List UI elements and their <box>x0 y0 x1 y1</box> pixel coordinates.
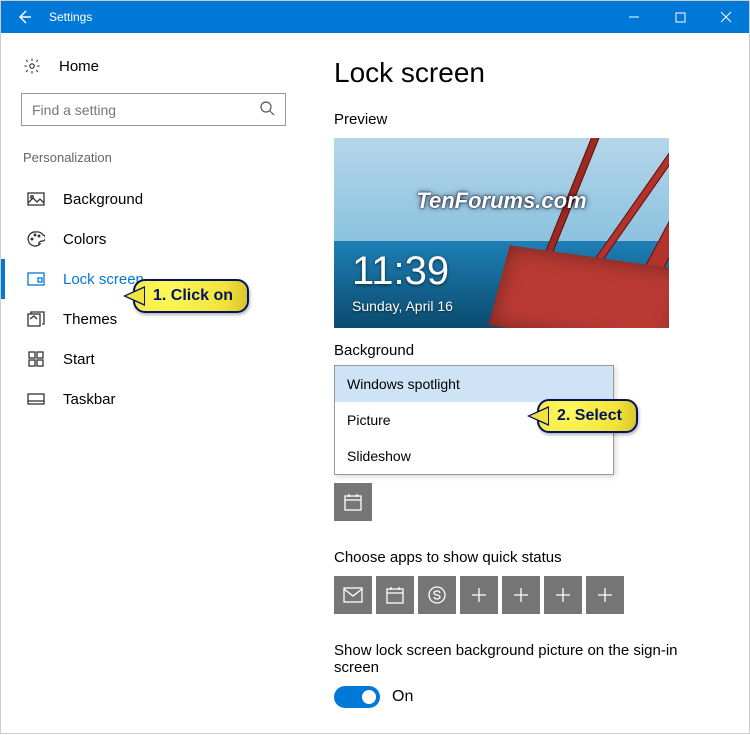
annotation-1: 1. Click on <box>133 279 249 313</box>
sidebar-item-background[interactable]: Background <box>1 179 306 219</box>
search-placeholder: Find a setting <box>32 102 116 118</box>
search-input[interactable]: Find a setting <box>21 93 286 126</box>
preview-date: Sunday, April 16 <box>352 298 453 314</box>
watermark-text: TenForums.com <box>416 188 586 214</box>
start-icon <box>27 350 45 368</box>
sidebar-item-start[interactable]: Start <box>1 339 306 379</box>
quick-status-mail-tile[interactable] <box>334 576 372 614</box>
maximize-button[interactable] <box>657 1 703 33</box>
nav-label: Taskbar <box>63 391 116 408</box>
preview-clock: 11:39 <box>352 249 449 294</box>
quick-status-add-tile[interactable] <box>544 576 582 614</box>
sidebar: Home Find a setting Personalization Back… <box>1 33 306 735</box>
main-panel: Lock screen Preview TenForums.com 11:39 … <box>306 33 749 735</box>
minimize-button[interactable] <box>611 1 657 33</box>
close-button[interactable] <box>703 1 749 33</box>
section-header: Personalization <box>1 150 306 179</box>
search-icon <box>259 100 275 119</box>
nav-label: Themes <box>63 311 117 328</box>
quick-status-add-tile[interactable] <box>502 576 540 614</box>
sidebar-item-taskbar[interactable]: Taskbar <box>1 379 306 419</box>
quick-status-tiles <box>334 576 719 614</box>
nav-label: Colors <box>63 231 106 248</box>
lock-screen-icon <box>27 270 45 288</box>
dropdown-option-spotlight[interactable]: Windows spotlight <box>335 366 613 402</box>
annotation-2: 2. Select <box>537 399 638 433</box>
nav-label: Start <box>63 351 95 368</box>
titlebar: Settings <box>1 1 749 33</box>
quick-status-calendar-tile[interactable] <box>376 576 414 614</box>
window-title: Settings <box>47 10 611 24</box>
nav-label: Lock screen <box>63 271 144 288</box>
taskbar-icon <box>27 390 45 408</box>
back-button[interactable] <box>1 1 47 33</box>
quick-status-label: Choose apps to show quick status <box>334 549 719 566</box>
detailed-status-calendar-tile[interactable] <box>334 483 372 521</box>
sidebar-item-colors[interactable]: Colors <box>1 219 306 259</box>
quick-status-add-tile[interactable] <box>460 576 498 614</box>
gear-icon <box>23 57 41 75</box>
quick-status-skype-tile[interactable] <box>418 576 456 614</box>
picture-icon <box>27 190 45 208</box>
preview-heading: Preview <box>334 111 719 128</box>
page-title: Lock screen <box>334 57 719 89</box>
signin-bg-label: Show lock screen background picture on t… <box>334 642 719 676</box>
dropdown-option-slideshow[interactable]: Slideshow <box>335 438 613 474</box>
signin-bg-toggle[interactable] <box>334 686 380 708</box>
nav-label: Background <box>63 191 143 208</box>
toggle-state-label: On <box>392 688 413 706</box>
background-label: Background <box>334 342 719 359</box>
home-link[interactable]: Home <box>1 53 306 93</box>
themes-icon <box>27 310 45 328</box>
palette-icon <box>27 230 45 248</box>
home-label: Home <box>59 58 99 75</box>
quick-status-add-tile[interactable] <box>586 576 624 614</box>
lock-screen-preview: TenForums.com 11:39 Sunday, April 16 <box>334 138 669 328</box>
